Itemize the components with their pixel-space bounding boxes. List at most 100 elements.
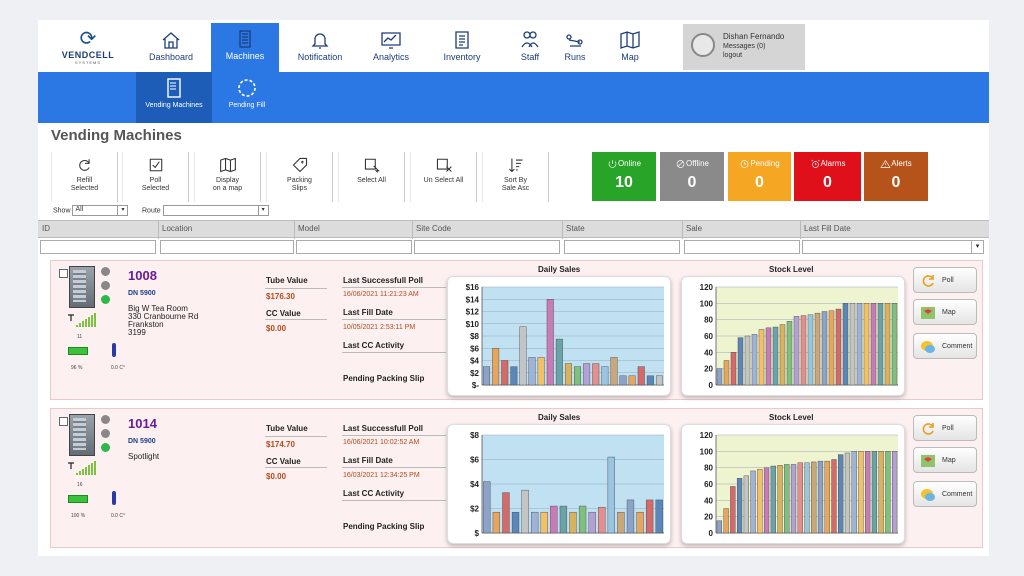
column-header[interactable]: ID [42,224,50,233]
stat-label: Offline [686,159,709,169]
bar [790,464,797,534]
action-label: Map [942,457,956,464]
divider [265,319,327,320]
chevron-down-icon: ▾ [257,206,268,215]
vendcell-logo[interactable]: ⟳ VENDCELL SYSTEMS [52,28,124,68]
user-panel[interactable]: Dishan Fernando Messages (0) logout [683,24,805,70]
subnav-pending-fill[interactable]: Pending Fill [212,72,282,123]
machine-checkbox[interactable] [59,417,68,426]
tube-value: $176.30 [266,292,295,301]
map-icon [219,157,236,173]
stat-pending[interactable]: Pending 0 [728,152,791,201]
toolbar-sort-button[interactable]: Sort By Sale Asc [482,152,549,202]
y-tick-label: 60 [704,480,713,489]
machine-model: DN 5900 [128,438,156,445]
bar [757,469,763,534]
column-header[interactable]: State [566,224,585,233]
bar [763,467,770,534]
poll-button[interactable]: Poll [913,267,977,293]
stat-alarms[interactable]: Alarms 0 [794,152,861,201]
y-tick-label: 20 [704,513,713,522]
show-select[interactable]: All ▾ [72,205,129,216]
column-header[interactable]: Last Fill Date [804,224,851,233]
avatar [691,33,715,57]
bar [578,505,587,534]
column-filter-input[interactable] [414,240,560,254]
nav-dashboard[interactable]: Dashboard [138,24,204,72]
nav-notification[interactable]: Notification [284,24,356,72]
comment-button[interactable]: Comment [913,333,977,359]
last-poll-value: 16/06/2021 10:02:52 AM [343,439,420,446]
machine-checkbox[interactable] [59,269,68,278]
status-dot-gray [101,281,110,290]
messages-link[interactable]: Messages (0) [723,43,765,50]
stat-label: Alarms [820,159,846,169]
column-header[interactable]: Model [298,224,320,233]
bar [550,505,558,534]
bar [626,499,635,534]
comment-button[interactable]: Comment [913,481,977,507]
battery-value: 96 % [71,365,83,371]
machine-id[interactable]: 1014 [128,416,157,431]
y-tick-label: 80 [704,316,713,325]
vending-machine-icon [69,414,95,456]
nav-runs[interactable]: Runs [552,24,598,72]
stat-offline[interactable]: Offline 0 [660,152,724,201]
route-label: Route [142,207,161,215]
y-tick-label: $ [475,529,480,538]
route-select[interactable]: ▾ [162,205,269,216]
tag-icon [292,157,307,173]
nav-label: Dashboard [148,52,194,62]
pending-circle-icon [238,79,256,97]
toolbar-check-button[interactable]: Poll Selected [122,152,189,202]
column-header[interactable]: Site Code [416,224,451,233]
bar [779,324,786,386]
action-label: Poll [942,425,954,432]
toolbar-unselect-all-button[interactable]: Un Select All [410,152,477,202]
toolbar-tag-button[interactable]: Packing Slips [266,152,333,202]
subnav-vending-machines[interactable]: Vending Machines [136,72,212,123]
nav-machines[interactable]: Machines [211,23,279,73]
toolbar-map-button[interactable]: Display on a map [194,152,261,202]
machine-id[interactable]: 1008 [128,268,157,283]
column-header[interactable]: Sale [686,224,702,233]
map-button[interactable]: Map [913,447,977,473]
column-filter-input[interactable] [40,240,156,254]
bar [492,348,500,386]
bar [483,366,491,386]
divider [342,319,446,320]
last-fill-value: 10/05/2021 2:53:11 PM [343,324,416,331]
bar [637,366,645,386]
column-header[interactable]: Location [162,224,192,233]
nav-staff[interactable]: Staff [502,24,558,72]
column-filter-input[interactable]: ▾ [802,240,984,254]
toolbar-label: Poll Selected [141,177,170,192]
nav-map[interactable]: Map [600,24,660,72]
bar [842,303,849,386]
toolbar-select-all-button[interactable]: Select All [338,152,405,202]
logout-link[interactable]: logout [723,52,742,59]
column-filter-input[interactable] [684,240,800,254]
map-icon [620,31,640,49]
stat-header: Online [592,159,656,169]
column-filter-input[interactable] [296,240,412,254]
stat-online[interactable]: Online 10 [592,152,656,201]
action-label: Comment [942,343,973,350]
bar [646,375,654,386]
stat-alerts[interactable]: Alerts 0 [864,152,928,201]
bar [751,334,758,386]
poll-button[interactable]: Poll [913,415,977,441]
column-filter-input[interactable] [564,240,680,254]
y-tick-label: $4 [470,357,479,366]
column-divider [562,221,563,239]
temperature-value: 0.0 C° [111,365,125,371]
nav-inventory[interactable]: Inventory [432,24,492,72]
map-button[interactable]: Map [913,299,977,325]
power-icon [608,160,617,168]
nav-analytics[interactable]: Analytics [358,24,424,72]
divider [342,467,446,468]
column-filter-input[interactable] [160,240,294,254]
toolbar-refresh-button[interactable]: Refill Selected [51,152,118,202]
machine-address: Big W Tea Room 330 Cranbourne Rd Frankst… [128,304,199,337]
route-filter: Route ▾ [142,205,269,216]
